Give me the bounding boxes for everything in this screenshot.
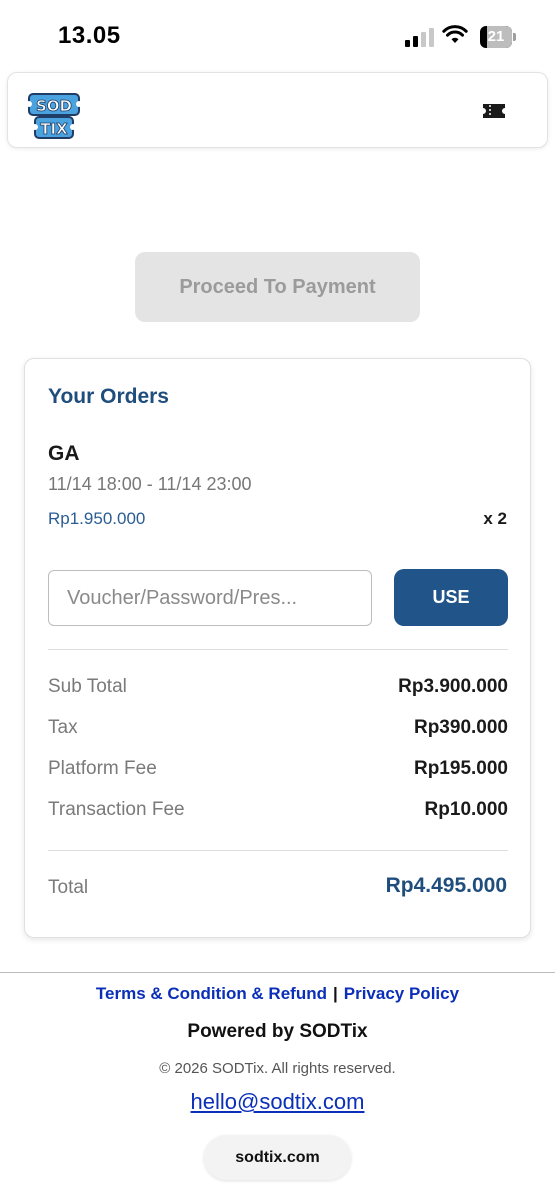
terms-link[interactable]: Terms & Condition & Refund [96, 984, 327, 1003]
summary-row-transaction-fee: Transaction Fee Rp10.000 [48, 799, 508, 823]
status-time: 13.05 [58, 22, 121, 49]
ticket-quantity: x 2 [483, 509, 507, 528]
link-separator: | [332, 984, 338, 1003]
summary-row-platform-fee: Platform Fee Rp195.000 [48, 758, 508, 782]
summary-label: Tax [48, 717, 78, 738]
summary-value: Rp195.000 [413, 758, 508, 779]
voucher-input[interactable] [48, 570, 372, 626]
orders-title: Your Orders [48, 385, 169, 408]
divider [48, 649, 508, 650]
ticket-name: GA [48, 442, 80, 465]
wifi-icon [442, 25, 468, 43]
ticket-time: 11/14 18:00 - 11/14 23:00 [48, 474, 252, 494]
svg-text:SOD: SOD [36, 97, 72, 115]
sodtix-logo[interactable]: SOD TIX [26, 91, 82, 141]
divider [48, 850, 508, 851]
email-link[interactable]: hello@sodtix.com [0, 1089, 555, 1115]
privacy-policy-link[interactable]: Privacy Policy [344, 984, 459, 1003]
summary-value: Rp10.000 [424, 799, 508, 820]
svg-text:TIX: TIX [40, 120, 68, 138]
powered-by: Powered by SODTix [187, 1021, 368, 1042]
summary-label: Platform Fee [48, 758, 157, 779]
orders-card: Your Orders GA 11/14 18:00 - 11/14 23:00… [24, 358, 531, 938]
battery-icon: 21 [480, 26, 516, 48]
ticket-price: Rp1.950.000 [48, 509, 146, 528]
proceed-to-payment-button[interactable]: Proceed To Payment [135, 252, 420, 322]
app-header: SOD TIX [7, 72, 548, 148]
browser-url-pill[interactable]: sodtix.com [204, 1135, 351, 1180]
summary-label: Sub Total [48, 676, 127, 697]
summary-value: Rp390.000 [413, 717, 508, 738]
battery-level-text: 21 [487, 28, 505, 45]
footer-links: Terms & Condition & Refund | Privacy Polic… [0, 984, 555, 1004]
footer-divider [0, 972, 555, 973]
summary-label: Transaction Fee [48, 799, 185, 820]
total-value: Rp4.495.000 [385, 874, 507, 897]
cellular-signal-icon [405, 27, 435, 47]
copyright: © 2026 SODTix. All rights reserved. [159, 1060, 396, 1077]
summary-value: Rp3.900.000 [398, 676, 508, 697]
ticket-icon[interactable] [481, 99, 507, 123]
summary-row-tax: Tax Rp390.000 [48, 717, 508, 741]
summary-row-subtotal: Sub Total Rp3.900.000 [48, 676, 508, 700]
status-bar: 13.05 21 [0, 0, 555, 70]
total-label: Total [48, 877, 89, 898]
use-voucher-button[interactable]: USE [394, 569, 508, 626]
